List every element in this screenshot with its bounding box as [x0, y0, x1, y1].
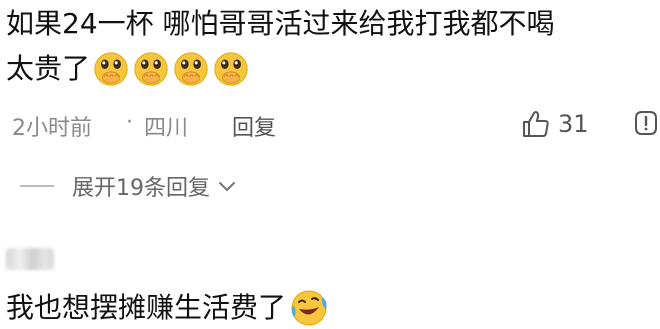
thumbs-up-icon	[520, 108, 552, 140]
reply-comment-text: 我也想摆摊赚生活费了	[6, 287, 330, 329]
expand-replies-label: 展开19条回复	[72, 176, 210, 201]
expand-divider	[20, 185, 54, 187]
chevron-down-icon	[210, 175, 238, 197]
like-count: 31	[558, 110, 589, 138]
pleading-emoji-icon	[172, 50, 210, 88]
like-button[interactable]: 31	[520, 104, 589, 144]
meta-separator: ·	[126, 110, 133, 135]
comment-location: 四川	[144, 116, 189, 141]
pleading-emoji-icon	[212, 50, 250, 88]
comment-time: 2小时前	[12, 116, 92, 141]
comment-text-line-2-text: 太贵了	[6, 52, 91, 85]
more-options-icon[interactable]	[632, 108, 660, 140]
expand-replies-button[interactable]: 展开19条回复	[20, 166, 238, 206]
pleading-emoji-icon	[92, 50, 130, 88]
laughing-crying-emoji-icon	[288, 287, 330, 329]
blurred-username	[6, 248, 54, 270]
comment-text-line-2: 太贵了	[6, 49, 250, 89]
pleading-emoji-icon	[132, 50, 170, 88]
reply-comment-text-content: 我也想摆摊赚生活费了	[6, 291, 287, 324]
reply-button[interactable]: 回复	[232, 110, 276, 142]
comment-text-line-1: 如果24一杯 哪怕哥哥活过来给我打我都不喝	[6, 7, 555, 40]
